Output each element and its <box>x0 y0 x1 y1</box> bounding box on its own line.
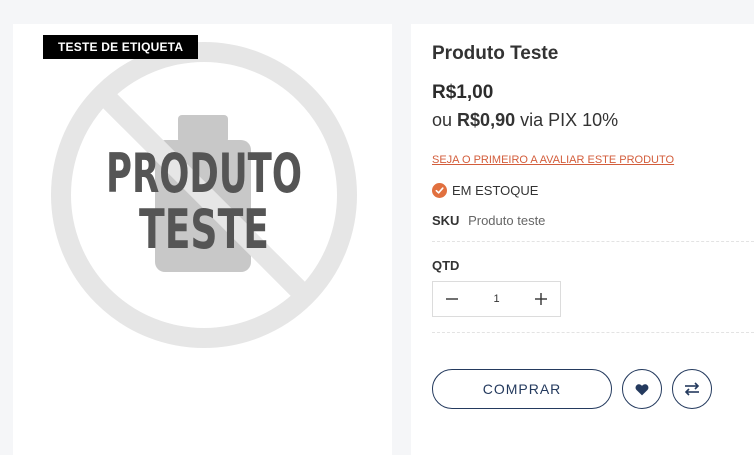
buy-button[interactable]: COMPRAR <box>432 369 612 409</box>
quantity-input[interactable]: 1 <box>471 293 522 305</box>
first-review-link[interactable]: SEJA O PRIMEIRO A AVALIAR ESTE PRODUTO <box>432 154 674 166</box>
product-image-card: PRODUTO TESTE TESTE DE ETIQUETA <box>13 24 392 455</box>
sku-label: SKU <box>432 213 460 228</box>
plus-icon <box>535 293 547 305</box>
decrease-quantity-button[interactable] <box>433 282 471 316</box>
pix-suffix: via PIX 10% <box>520 110 619 130</box>
placeholder-text-line2: TESTE <box>139 198 269 261</box>
pix-prefix: ou <box>432 110 453 130</box>
product-price: R$1,00 <box>432 82 494 103</box>
bottle-cap-shape <box>178 115 228 143</box>
compare-button[interactable] <box>672 369 712 409</box>
product-info-card: Produto Teste R$1,00 ou R$0,90 via PIX 1… <box>411 24 754 455</box>
wishlist-button[interactable] <box>622 369 662 409</box>
placeholder-text-line1: PRODUTO <box>106 142 302 205</box>
divider-bottom <box>432 332 754 333</box>
product-title: Produto Teste <box>432 43 559 64</box>
quantity-label: QTD <box>432 258 460 273</box>
divider-top <box>432 241 754 242</box>
quantity-stepper: 1 <box>432 281 561 317</box>
pix-price-line: ou R$0,90 via PIX 10% <box>432 110 618 131</box>
stock-label: EM ESTOQUE <box>452 183 539 198</box>
sku-value: Produto teste <box>468 213 546 228</box>
increase-quantity-button[interactable] <box>522 282 560 316</box>
pix-price: R$0,90 <box>457 110 516 130</box>
check-circle-icon <box>432 183 447 198</box>
product-placeholder-image: PRODUTO TESTE <box>51 42 357 348</box>
stock-status: EM ESTOQUE <box>432 183 538 198</box>
compare-arrows-icon <box>684 382 700 396</box>
minus-icon <box>446 298 458 300</box>
heart-icon <box>635 383 649 395</box>
sku-row: SKU Produto teste <box>432 213 545 228</box>
product-tag-badge: TESTE DE ETIQUETA <box>43 35 199 59</box>
